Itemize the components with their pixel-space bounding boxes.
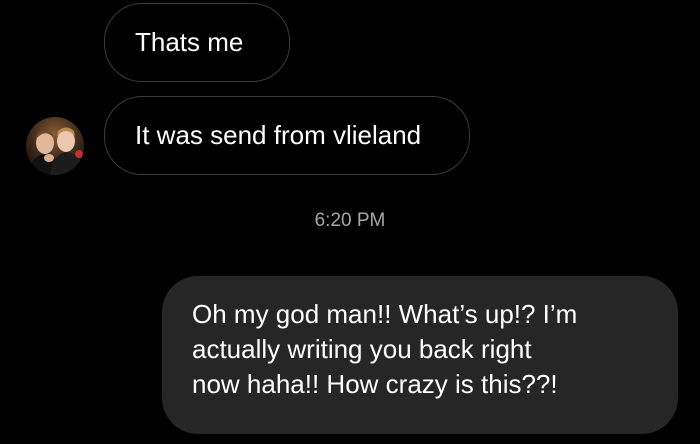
profile-photo-icon — [26, 117, 84, 175]
incoming-message-bubble[interactable]: Thats me — [104, 3, 290, 82]
incoming-message-bubble[interactable]: It was send from vlieland — [104, 96, 470, 175]
message-text: It was send from vlieland — [135, 120, 422, 150]
message-text-line: now haha!! How crazy is this??! — [192, 369, 558, 399]
message-text: Thats me — [135, 27, 244, 57]
sender-avatar[interactable] — [26, 117, 84, 175]
message-text-line: Oh my god man!! What’s up!? I’m — [192, 299, 578, 329]
outgoing-message-bubble[interactable]: Oh my god man!! What’s up!? I’m actually… — [162, 276, 678, 434]
message-timestamp: 6:20 PM — [314, 210, 386, 231]
message-text-line: actually writing you back right — [192, 334, 532, 364]
